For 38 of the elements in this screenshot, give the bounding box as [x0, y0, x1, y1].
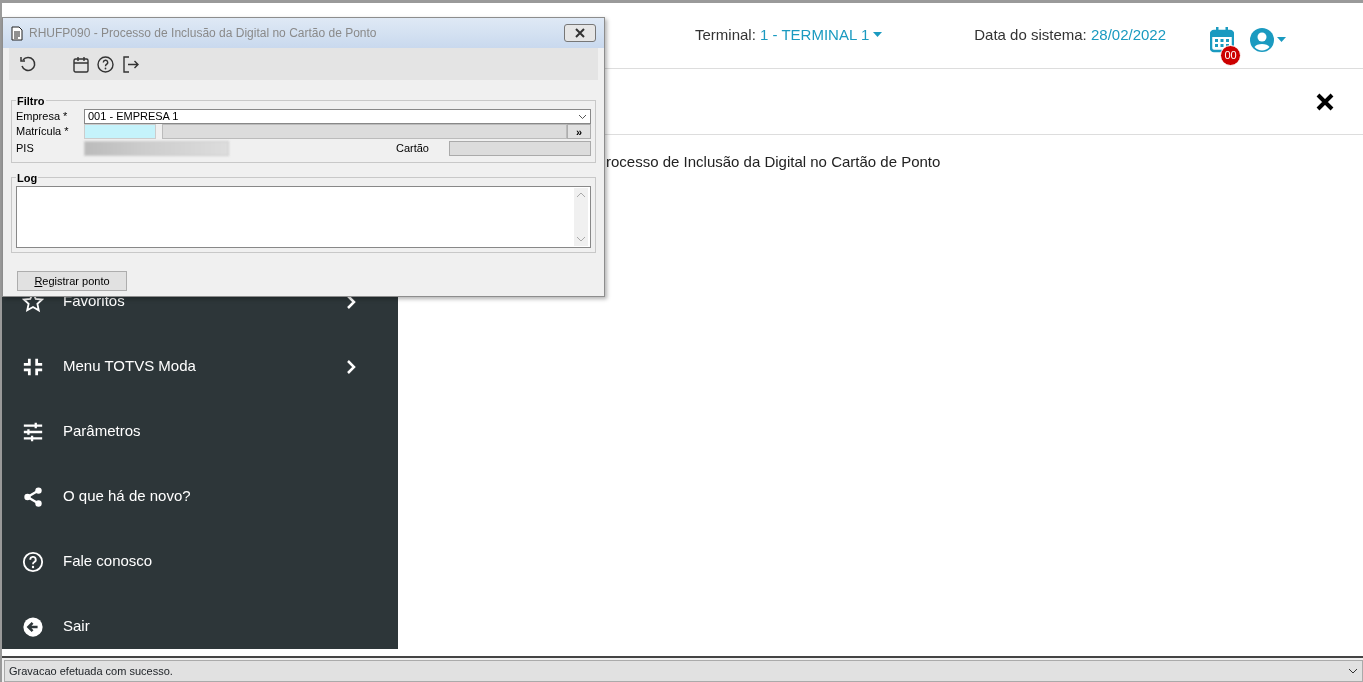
terminal-label: Terminal: — [695, 26, 757, 44]
field-label: Empresa * — [16, 109, 69, 125]
registration-input[interactable] — [84, 124, 156, 139]
sidebar-item[interactable]: Parâmetros — [2, 399, 398, 464]
field-label: Cartão — [395, 141, 429, 157]
status-combo[interactable]: Gravacao efetuada com sucesso. — [4, 660, 1363, 682]
exit-icon[interactable] — [122, 55, 140, 73]
dialog-title: RHUFP090 - Processo de Inclusão da Digital no Cartão de Ponto — [29, 25, 377, 42]
sidebar-item[interactable]: O que há de novo? — [2, 464, 398, 529]
sidebar-item[interactable]: Fale conosco — [2, 529, 398, 594]
page-title: rocesso de Inclusão da Digital no Cartão de Ponto — [606, 152, 941, 172]
sliders-icon — [22, 420, 44, 443]
document-icon — [11, 25, 23, 41]
field-label: Matrícula * — [16, 124, 70, 140]
help-icon[interactable] — [97, 55, 114, 73]
calendar-icon[interactable] — [73, 55, 89, 73]
sidebar-item[interactable]: Menu TOTVS Moda — [2, 334, 398, 399]
sidebar-item[interactable]: Sair — [2, 594, 398, 659]
refresh-icon[interactable] — [19, 55, 37, 73]
user-avatar-icon[interactable] — [1250, 27, 1275, 52]
lookup-button[interactable]: » — [566, 124, 591, 139]
caret-icon — [873, 31, 883, 38]
field-label: PIS — [16, 141, 35, 157]
notification-badge: 00 — [1220, 44, 1242, 66]
close-icon — [574, 28, 586, 38]
date-label: Data do sistema: — [974, 26, 1088, 44]
calendar-icon[interactable] — [1210, 26, 1235, 53]
register-button[interactable]: Registrar ponto — [17, 271, 127, 291]
share-icon — [22, 485, 44, 508]
close-icon[interactable] — [1315, 91, 1335, 112]
close-button[interactable] — [564, 24, 596, 42]
caret-icon — [1277, 36, 1287, 43]
scrollbar[interactable] — [574, 188, 588, 246]
help-icon — [22, 550, 44, 573]
chevron-down-icon — [1348, 668, 1358, 674]
chevron-down-icon — [578, 113, 587, 120]
system-date: 28/02/2022 — [1090, 26, 1167, 44]
company-select[interactable]: 001 - EMPRESA 1 — [84, 109, 591, 124]
